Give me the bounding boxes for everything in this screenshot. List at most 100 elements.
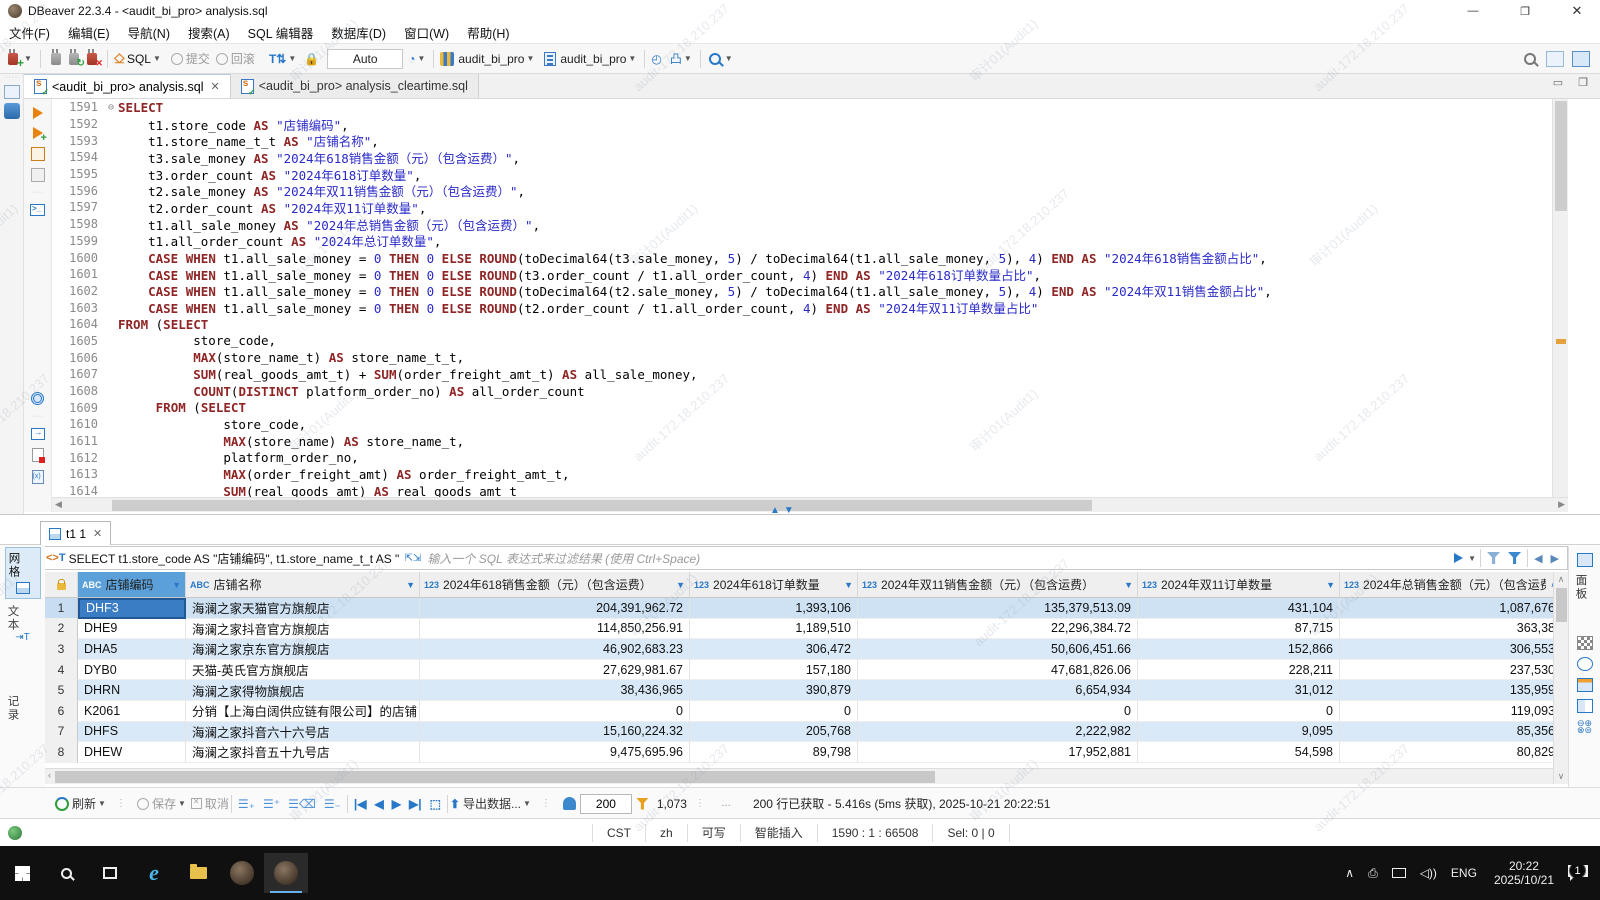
grid-cell[interactable]: 0: [1138, 700, 1340, 722]
refresh-icon[interactable]: [55, 796, 69, 811]
result-tab[interactable]: t1 1 ✕: [40, 521, 112, 545]
grid-cell[interactable]: 0: [858, 700, 1138, 722]
code-line[interactable]: 1611 MAX(store_name) AS store_name_t,: [52, 433, 1552, 450]
column-dropdown-icon[interactable]: ▼: [840, 580, 853, 590]
code-line[interactable]: 1605 store_code,: [52, 333, 1552, 350]
grid-cell[interactable]: 27,629,981.67: [420, 659, 690, 681]
menu-item-sql[interactable]: SQL 编辑器: [239, 22, 323, 43]
code-line[interactable]: 1601 CASE WHEN t1.all_sale_money = 0 THE…: [52, 266, 1552, 283]
code-line[interactable]: 1608 COUNT(DISTINCT platform_order_no) A…: [52, 383, 1552, 400]
calc-panel-icon[interactable]: [1576, 636, 1593, 650]
code-line[interactable]: 1593 t1.store_name_t_t AS "店铺名称",: [52, 132, 1552, 150]
fetch-size-input[interactable]: [579, 793, 632, 814]
grid-cell[interactable]: 海澜之家京东官方旗舰店: [186, 639, 420, 660]
grid-cell[interactable]: DHFS: [78, 721, 186, 743]
apply-filter-icon[interactable]: [1454, 553, 1464, 563]
column-header[interactable]: ABC 店铺名称 ▼: [186, 572, 420, 597]
minimize-button[interactable]: —: [1450, 0, 1496, 22]
transaction-dropdown[interactable]: ▼: [288, 54, 296, 63]
grid-cell[interactable]: 431,104: [1138, 598, 1340, 619]
lock-icon[interactable]: 🔒: [304, 52, 319, 66]
reconnect-icon[interactable]: [68, 48, 85, 69]
grid-cell[interactable]: 1,393,106: [690, 598, 858, 619]
column-header[interactable]: 123 2024年双11销售金额（元）（包含运费） ▼: [858, 572, 1138, 597]
rollback-icon[interactable]: [215, 52, 228, 65]
next-row-icon[interactable]: ▶: [392, 797, 401, 811]
column-dropdown-icon[interactable]: ▼: [402, 580, 415, 590]
menu-item-e[interactable]: 编辑(E): [59, 22, 119, 43]
grid-cell[interactable]: 9,475,695.96: [420, 742, 690, 763]
execute-new-tab-icon[interactable]: [32, 127, 47, 144]
grid-cell[interactable]: 80,829: [1340, 742, 1553, 763]
execute-script-icon[interactable]: [30, 147, 45, 161]
grid-cell[interactable]: DHE9: [78, 618, 186, 640]
network-icon[interactable]: 凸: [670, 50, 682, 67]
grid-horizontal-scrollbar[interactable]: ‹: [45, 768, 1553, 784]
dashboard-icon[interactable]: ◴: [651, 52, 661, 66]
code-line[interactable]: 1600 CASE WHEN t1.all_sale_money = 0 THE…: [52, 249, 1552, 267]
column-dropdown-icon[interactable]: ▼: [1322, 580, 1335, 590]
search-dropdown[interactable]: ▼: [725, 54, 733, 63]
grid-cell[interactable]: 15,160,224.32: [420, 721, 690, 743]
duplicate-row-icon[interactable]: ☰⁺: [263, 797, 280, 811]
usb-icon[interactable]: ⎙: [1368, 866, 1378, 881]
close-button[interactable]: ✕: [1554, 0, 1600, 22]
code-line[interactable]: 1613 MAX(order_freight_amt) AS order_fre…: [52, 466, 1552, 483]
grid-cell[interactable]: 38,436,965: [420, 680, 690, 701]
grid-cell[interactable]: 89,798: [690, 742, 858, 763]
edit-row-icon[interactable]: ☰₋: [324, 797, 341, 811]
search-icon[interactable]: [708, 52, 721, 65]
row-number[interactable]: 2: [45, 618, 78, 640]
row-number[interactable]: 8: [45, 742, 78, 763]
code-line[interactable]: 1610 store_code,: [52, 416, 1552, 433]
app-icon-1[interactable]: [220, 853, 264, 893]
dbeaver-taskbar-icon[interactable]: [264, 853, 308, 893]
zoom-controls-icon[interactable]: ⊖⊕ ⊗⊜: [1577, 719, 1593, 735]
grid-cell[interactable]: 6,654,934: [858, 680, 1138, 701]
filter-settings-icon[interactable]: [1508, 552, 1522, 564]
row-number[interactable]: 7: [45, 721, 78, 743]
catalog-selector[interactable]: audit_bi_pro ▼: [436, 44, 540, 73]
code-line[interactable]: 1604 FROM (SELECT: [52, 316, 1552, 333]
transaction-icon[interactable]: T⇅: [269, 52, 286, 66]
save-icon[interactable]: [136, 797, 149, 810]
tray-expand-icon[interactable]: ∧: [1345, 866, 1354, 880]
grid-cell[interactable]: 87,715: [1138, 618, 1340, 640]
table-row[interactable]: 3 DHA5 海澜之家京东官方旗舰店 46,902,683.23 306,472 50,6…: [45, 639, 1553, 660]
column-header[interactable]: 123 2024年618订单数量 ▼: [690, 572, 858, 597]
editor-horizontal-scrollbar[interactable]: ◀ ▶: [52, 497, 1568, 512]
code-line[interactable]: 1607 SUM(real_goods_amt_t) + SUM(order_f…: [52, 366, 1552, 383]
grid-cell[interactable]: 2,222,982: [858, 721, 1138, 743]
grid-cell[interactable]: 1,087,676: [1340, 598, 1553, 619]
clock[interactable]: 20:22 2025/10/21: [1494, 859, 1554, 887]
panel-toggle-icon[interactable]: [1576, 553, 1593, 567]
perspective-editor-icon[interactable]: [1546, 50, 1564, 67]
column-header[interactable]: 123 2024年双11订单数量 ▼: [1138, 572, 1340, 597]
panel-tab[interactable]: 面板: [1573, 574, 1597, 601]
schema-selector[interactable]: audit_bi_pro ▼: [540, 44, 642, 73]
grid-vertical-scrollbar[interactable]: ∧ ∨: [1553, 572, 1568, 784]
grid-cell[interactable]: 47,681,826.06: [858, 659, 1138, 681]
connect-icon[interactable]: [50, 48, 61, 65]
code-line[interactable]: 1609 FROM (SELECT: [52, 399, 1552, 416]
grid-cell[interactable]: 天猫-英氏官方旗舰店: [186, 659, 420, 681]
code-line[interactable]: 1612 platform_order_no,: [52, 449, 1552, 466]
save-file-icon[interactable]: [31, 448, 45, 463]
column-dropdown-icon[interactable]: ▼: [1120, 580, 1133, 590]
presentation-grid-tab[interactable]: 网格: [4, 547, 41, 599]
commit-icon[interactable]: [170, 52, 183, 65]
delete-row-icon[interactable]: ☰⌫: [288, 797, 316, 811]
table-row[interactable]: 2 DHE9 海澜之家抖音官方旗舰店 114,850,256.91 1,189,510 2…: [45, 618, 1553, 640]
row-number[interactable]: 3: [45, 639, 78, 660]
row-number[interactable]: 1: [45, 598, 78, 619]
grid-cell[interactable]: 分销【上海白阔供应链有限公司】的店铺: [186, 700, 420, 722]
result-filter-bar[interactable]: <>T SELECT t1.store_code AS "店铺编码", t1.s…: [40, 546, 1568, 570]
grid-cell[interactable]: 17,952,881: [858, 742, 1138, 763]
menu-item-h[interactable]: 帮助(H): [458, 22, 518, 43]
result-grid[interactable]: ABC 店铺编码 ▼ ABC 店铺名称 ▼ 123 2024年618销售金额（元）（包含运费）…: [45, 572, 1553, 784]
file-explorer-icon[interactable]: [176, 853, 220, 893]
grid-cell[interactable]: 363,38: [1340, 618, 1553, 640]
sql-console-icon[interactable]: [30, 204, 45, 216]
export-dropdown[interactable]: ▼: [523, 799, 531, 808]
grid-cell[interactable]: 50,606,451.66: [858, 639, 1138, 660]
